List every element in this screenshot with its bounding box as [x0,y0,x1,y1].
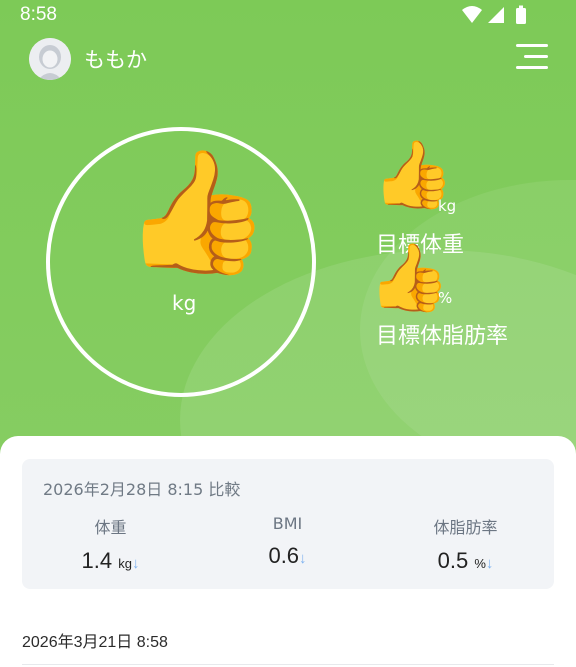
body-composition-screen: 8:58 ももか 👍 kg 👍 kg 目標体重 👍 % 目標体脂肪率 2026年… [0,0,576,667]
metric-value: 1.4 kg↓ [22,548,199,574]
signal-icon [488,7,504,23]
metric-label: BMI [272,514,303,533]
record-date[interactable]: 2026年3月21日 8:58 [22,628,168,652]
username[interactable]: ももか [84,44,147,74]
status-bar: 8:58 [0,0,576,30]
metric-body-fat: 体脂肪率 0.5 %↓ [377,514,554,574]
menu-icon [516,66,548,69]
thumbs-up-icon: 👍 [122,143,272,282]
menu-icon [516,44,548,47]
menu-icon [524,55,548,58]
metric-value: 0.5 %↓ [377,548,554,574]
down-arrow-icon: ↓ [485,555,494,572]
wifi-icon [462,6,482,23]
user-avatar-icon [29,38,71,80]
battery-icon [516,5,526,24]
avatar[interactable] [29,38,71,80]
goal-weight-unit: kg [438,197,457,215]
goal-fat-unit: % [438,289,453,307]
menu-button[interactable] [512,44,548,72]
down-arrow-icon: ↓ [131,555,140,572]
status-icons [460,5,532,25]
goal-fat-label[interactable]: 目標体脂肪率 [376,318,508,350]
metric-label: 体脂肪率 [433,518,498,537]
weight-unit: kg [172,291,197,315]
metric-number: 1.4 [81,548,113,573]
down-arrow-icon: ↓ [299,550,307,567]
status-time: 8:58 [20,4,57,25]
comparison-card[interactable]: 2026年2月28日 8:15 比較 体重 1.4 kg↓ BMI 0.6↓ 体… [22,459,554,589]
metric-unit: kg [118,556,132,571]
divider [22,664,554,665]
comparison-title: 2026年2月28日 8:15 比較 [43,480,241,499]
content-sheet: 2026年2月28日 8:15 比較 体重 1.4 kg↓ BMI 0.6↓ 体… [0,436,576,667]
header-area: 8:58 ももか 👍 kg 👍 kg 目標体重 👍 % 目標体脂肪率 [0,0,576,470]
metric-number: 0.5 [437,548,469,573]
weight-circle[interactable]: 👍 kg [46,127,316,397]
metric-label: 体重 [94,518,127,537]
metric-value: 0.6↓ [199,543,376,569]
metric-weight: 体重 1.4 kg↓ [22,514,199,574]
metric-bmi: BMI 0.6↓ [199,514,376,569]
metric-unit: % [474,556,486,571]
metric-number: 0.6 [268,543,300,568]
